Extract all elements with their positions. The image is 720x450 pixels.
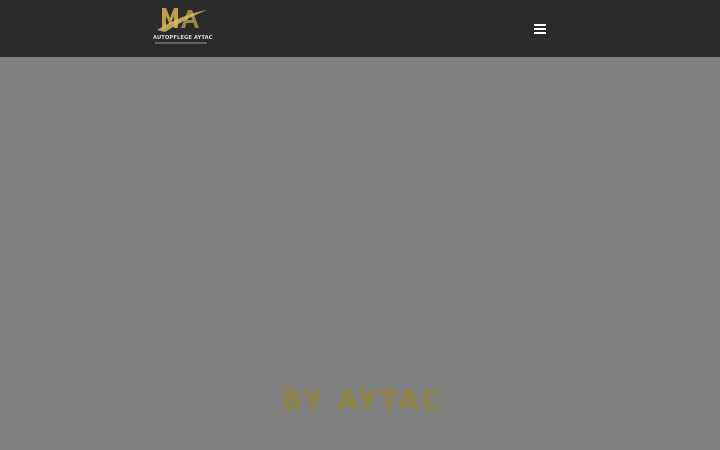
brand-logo[interactable]: AUTOPFLEGE AYTAC [153, 4, 213, 48]
menu-bar [534, 24, 546, 26]
hamburger-menu-icon[interactable] [530, 20, 550, 38]
menu-bar [534, 32, 546, 34]
hero-title: BY AYTAC [282, 386, 444, 416]
hero-section: BY AYTAC [0, 57, 720, 450]
site-header: AUTOPFLEGE AYTAC [0, 0, 720, 57]
logo-mark-icon [157, 8, 207, 32]
menu-bar [534, 28, 546, 30]
logo-tagline-line [155, 42, 207, 44]
logo-text: AUTOPFLEGE AYTAC [153, 35, 213, 41]
